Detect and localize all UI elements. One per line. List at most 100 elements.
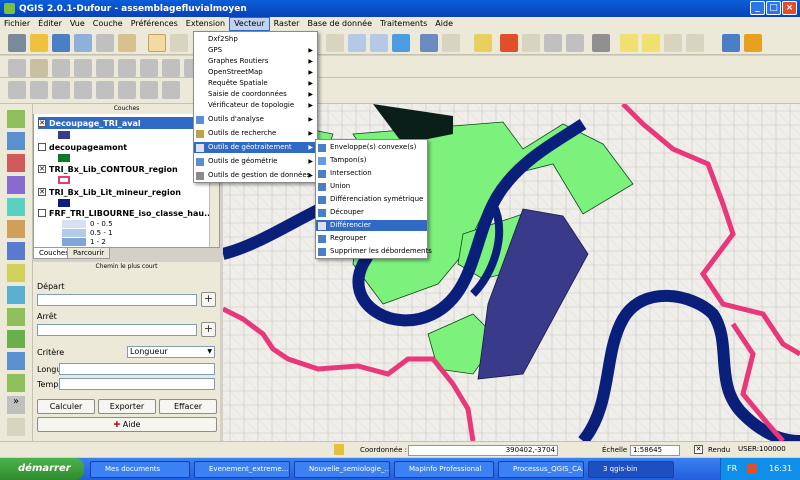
effacer-button[interactable]: Effacer: [159, 399, 217, 414]
exporter-button[interactable]: Exporter: [98, 399, 156, 414]
menu-preferences[interactable]: Préférences: [127, 17, 182, 31]
cut-features-icon[interactable]: [162, 59, 180, 77]
tab-parcourir[interactable]: Parcourir: [67, 248, 111, 259]
menu-traitements[interactable]: Traitements: [376, 17, 431, 31]
menu-item-outils-geotraitement[interactable]: Outils de géotraitement ▶: [194, 142, 317, 153]
layer-checkbox[interactable]: [38, 143, 46, 151]
label-pin-icon[interactable]: [74, 81, 92, 99]
menu-item-decouper[interactable]: Découper: [316, 207, 427, 218]
taskbar-item[interactable]: Mes documents: [90, 461, 190, 478]
menu-fichier[interactable]: Fichier: [0, 17, 34, 31]
menu-item-gps[interactable]: GPS ▶: [194, 45, 317, 56]
menu-item-difference-symetrique[interactable]: Différenciation symétrique: [316, 194, 427, 205]
map-tips-icon[interactable]: [620, 34, 638, 52]
start-button[interactable]: démarrer: [0, 458, 84, 480]
menu-item-enveloppe-convexe[interactable]: Enveloppe(s) convexe(s): [316, 142, 427, 153]
menu-item-outils-recherche[interactable]: Outils de recherche ▶: [194, 128, 317, 139]
add-wcs-layer-icon[interactable]: [7, 264, 25, 282]
layer-row[interactable]: decoupageamont: [38, 141, 127, 153]
menu-item-outils-geometrie[interactable]: Outils de géométrie ▶: [194, 156, 317, 167]
layer-checkbox[interactable]: ✕: [38, 188, 46, 196]
overflow-chevron-icon[interactable]: »: [7, 396, 25, 414]
layer-checkbox[interactable]: ✕: [38, 119, 46, 127]
whats-this-icon[interactable]: [744, 34, 762, 52]
delete-selected-icon[interactable]: [140, 59, 158, 77]
depart-pick-button[interactable]: +: [201, 292, 216, 307]
critere-select[interactable]: Longueur ▼: [127, 346, 215, 358]
aide-button[interactable]: ✚ Aide: [37, 417, 217, 432]
render-checkbox[interactable]: ✕: [694, 445, 703, 454]
georeferencer-icon[interactable]: [7, 418, 25, 436]
menu-extension[interactable]: Extension: [182, 17, 229, 31]
crs-status[interactable]: USER:100000: [736, 445, 786, 456]
bookmark-icon[interactable]: [664, 34, 682, 52]
menu-item-outils-gestion-donnees[interactable]: Outils de gestion de données ▶: [194, 170, 317, 181]
menu-item-openstreetmap[interactable]: OpenStreetMap ▶: [194, 67, 317, 78]
menu-base-de-donnee[interactable]: Base de donnée: [303, 17, 376, 31]
menu-item-regrouper[interactable]: Regrouper: [316, 233, 427, 244]
zoom-next-icon[interactable]: [370, 34, 388, 52]
add-wfs-layer-icon[interactable]: [7, 286, 25, 304]
new-project-icon[interactable]: [8, 34, 26, 52]
menu-item-graphes-routiers[interactable]: Graphes Routiers ▶: [194, 56, 317, 67]
coordinate-field[interactable]: 390402,-3704: [408, 445, 558, 456]
menu-couche[interactable]: Couche: [89, 17, 127, 31]
add-spatialite-layer-icon[interactable]: [7, 176, 25, 194]
tray-app-icon[interactable]: [747, 464, 757, 474]
save-edits-icon[interactable]: [52, 59, 70, 77]
taskbar-item[interactable]: MapInfo Professional: [394, 461, 494, 478]
add-oracle-layer-icon[interactable]: [7, 220, 25, 238]
add-wms-layer-icon[interactable]: [7, 242, 25, 260]
new-gpx-icon[interactable]: [7, 374, 25, 392]
maximize-button[interactable]: □: [766, 1, 781, 15]
taskbar-item[interactable]: Nouvelle_semiologie_...: [294, 461, 390, 478]
arret-field[interactable]: [37, 324, 197, 336]
save-as-icon[interactable]: [74, 34, 92, 52]
identify-icon[interactable]: [420, 34, 438, 52]
save-project-icon[interactable]: [52, 34, 70, 52]
menu-vecteur[interactable]: Vecteur: [229, 17, 270, 31]
scale-field[interactable]: 1:58645: [630, 445, 680, 456]
menu-item-dxf2shp[interactable]: Dxf2Shp: [194, 34, 317, 45]
temps-field[interactable]: [59, 378, 215, 390]
layer-row[interactable]: FRF_TRI_LIBOURNE_iso_classe_hau...: [38, 207, 213, 219]
menu-vue[interactable]: Vue: [66, 17, 89, 31]
menu-item-union[interactable]: Union: [316, 181, 427, 192]
menu-editer[interactable]: Éditer: [34, 17, 66, 31]
measure-icon[interactable]: [592, 34, 610, 52]
expression-icon[interactable]: [522, 34, 540, 52]
calculer-button[interactable]: Calculer: [37, 399, 95, 414]
toggle-editing-icon[interactable]: [30, 59, 48, 77]
layer-row[interactable]: ✕ TRI_Bx_Lib_CONTOUR_region: [38, 163, 178, 175]
select-features-icon[interactable]: [474, 34, 492, 52]
add-mssql-layer-icon[interactable]: [7, 198, 25, 216]
menu-item-differencier[interactable]: Différencier: [316, 220, 427, 231]
redo-icon[interactable]: [30, 81, 48, 99]
arret-pick-button[interactable]: +: [201, 322, 216, 337]
minimize-button[interactable]: _: [750, 1, 765, 15]
label-show-icon[interactable]: [96, 81, 114, 99]
undo-icon[interactable]: [8, 81, 26, 99]
menu-item-supprimer-debordements[interactable]: Supprimer les débordements: [316, 246, 432, 257]
new-spatialite-icon[interactable]: [7, 352, 25, 370]
layer-checkbox[interactable]: [38, 209, 46, 217]
language-indicator[interactable]: FR: [727, 464, 737, 473]
help-icon[interactable]: [722, 34, 740, 52]
coordinate-toggle-icon[interactable]: [334, 444, 344, 455]
depart-field[interactable]: [37, 294, 197, 306]
add-postgis-layer-icon[interactable]: [7, 154, 25, 172]
hand-pan-icon[interactable]: [170, 34, 188, 52]
zoom-icon[interactable]: [326, 34, 344, 52]
layer-row[interactable]: ✕ TRI_Bx_Lib_Lit_mineur_region: [38, 186, 181, 198]
move-feature-icon[interactable]: [96, 59, 114, 77]
add-feature-icon[interactable]: [74, 59, 92, 77]
longueur-field[interactable]: [59, 363, 215, 375]
zoom-last-icon[interactable]: [348, 34, 366, 52]
refresh-icon[interactable]: [392, 34, 410, 52]
attribute-table-icon[interactable]: [544, 34, 562, 52]
taskbar-item[interactable]: 3 qgis-bin: [588, 461, 674, 478]
menu-item-saisie-coordonnees[interactable]: Saisie de coordonnées ▶: [194, 89, 317, 100]
label-rotate-icon[interactable]: [140, 81, 158, 99]
menu-item-requete-spatiale[interactable]: Requête Spatiale ▶: [194, 78, 317, 89]
label-change-icon[interactable]: [162, 81, 180, 99]
